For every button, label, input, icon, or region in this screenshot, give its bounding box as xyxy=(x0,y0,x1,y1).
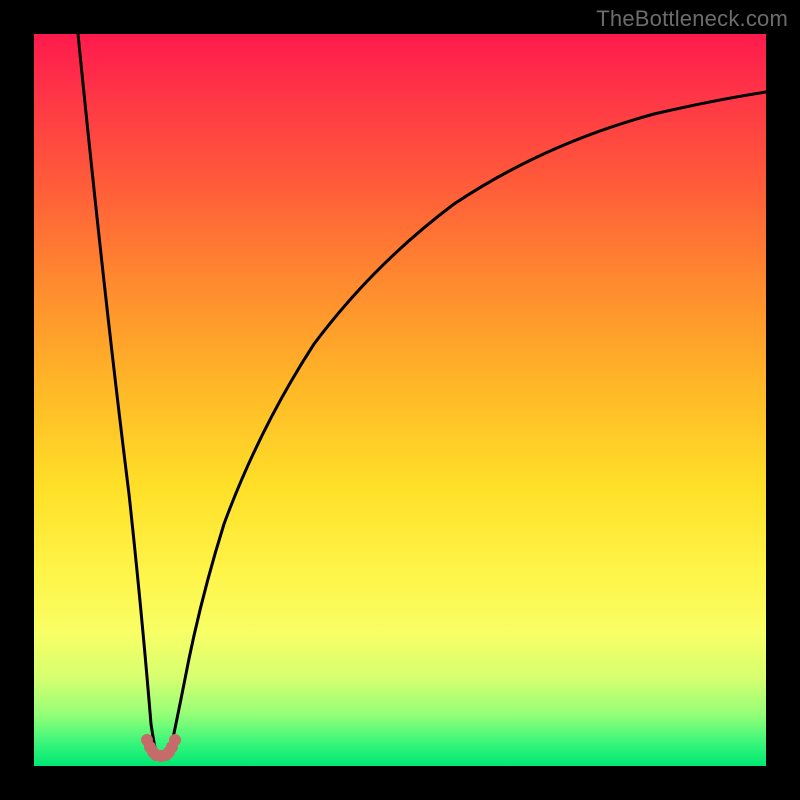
curve-layer xyxy=(34,34,766,766)
watermark-text: TheBottleneck.com xyxy=(596,6,788,32)
curve-right-branch xyxy=(170,92,766,752)
chart-frame: TheBottleneck.com xyxy=(0,0,800,800)
plot-area xyxy=(34,34,766,766)
valley-markers xyxy=(141,734,181,762)
curve-left-branch xyxy=(78,34,156,752)
